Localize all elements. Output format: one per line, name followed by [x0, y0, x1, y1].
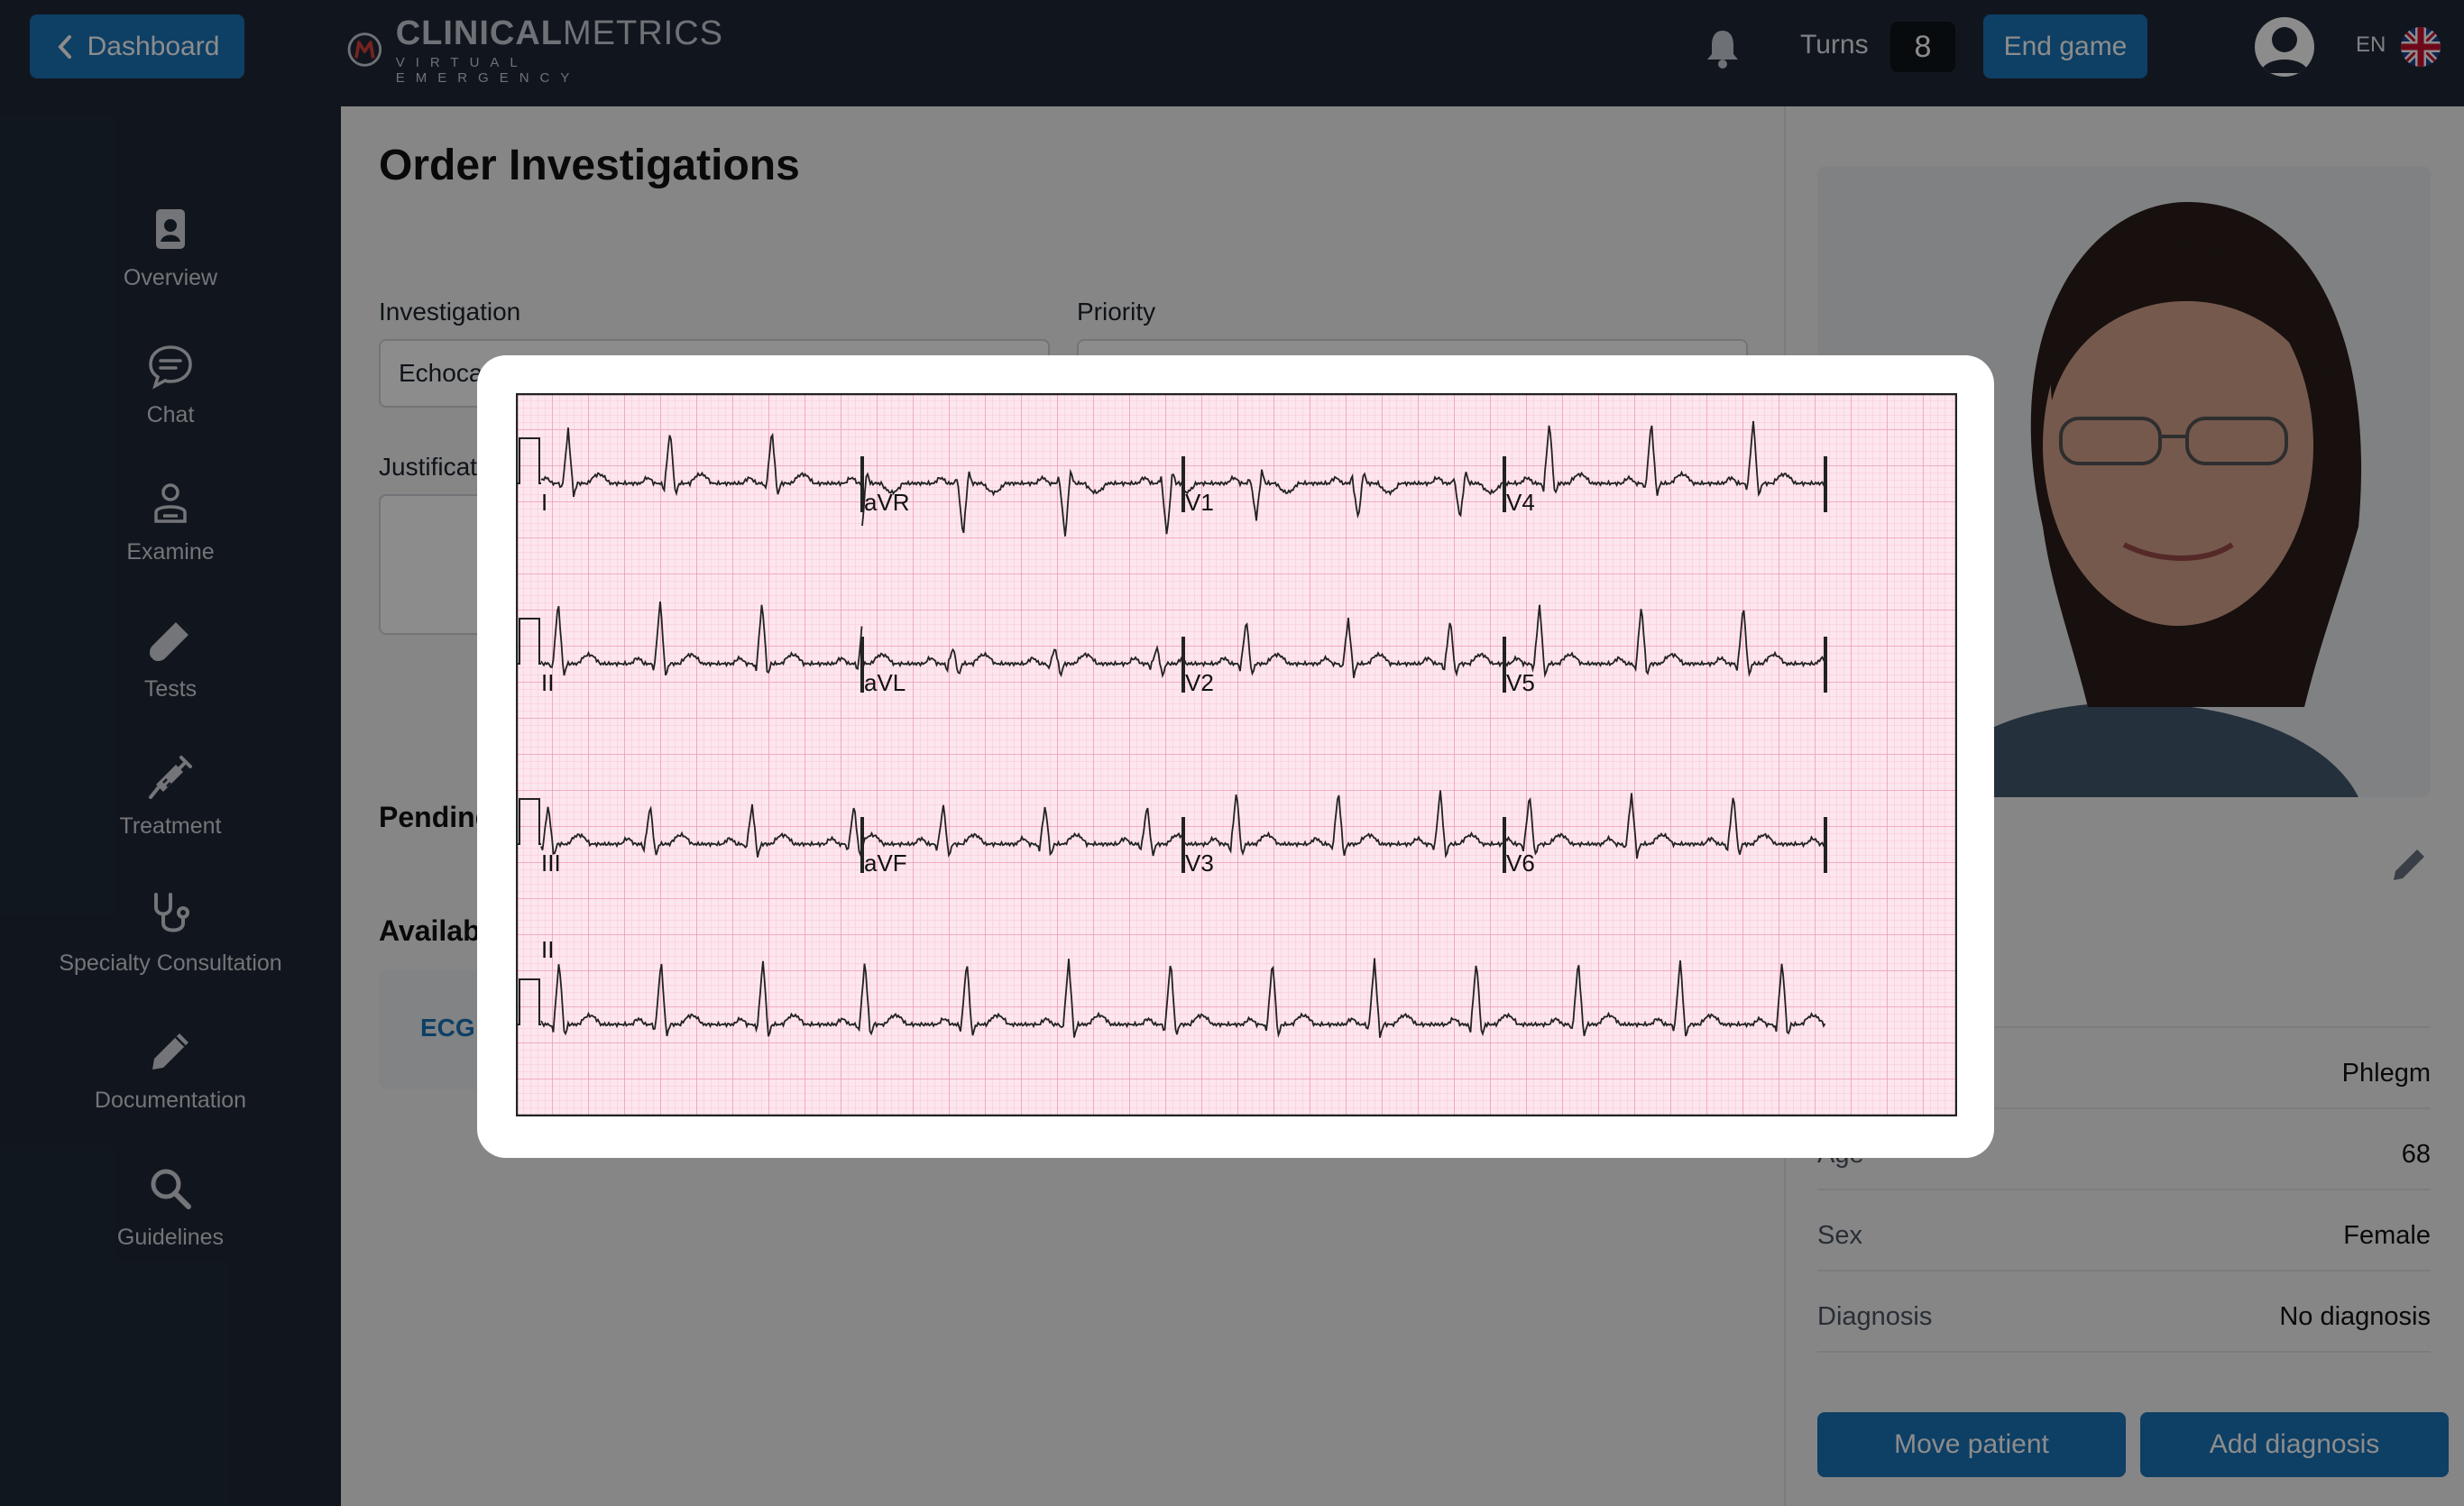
- lead-label-v6: V6: [1506, 849, 1535, 877]
- lead-label-v1: V1: [1185, 489, 1214, 516]
- lead-label-avr: aVR: [864, 489, 910, 516]
- lead-label-v5: V5: [1506, 669, 1535, 696]
- lead-label-v2: V2: [1185, 669, 1214, 696]
- lead-label-v3: V3: [1185, 849, 1214, 877]
- lead-label-avf: aVF: [864, 849, 907, 877]
- lead-label-i: I: [541, 489, 547, 516]
- ecg-strip: IaVR V1 V4 II aVL V2 V5 III aVF V3 V6 II: [515, 392, 1958, 1117]
- lead-label-avl: aVL: [864, 669, 906, 696]
- ecg-graph: IaVR V1 V4 II aVL V2 V5 III aVF V3 V6 II: [515, 392, 1958, 1117]
- lead-label-ii: II: [541, 669, 554, 696]
- ecg-modal: IaVR V1 V4 II aVL V2 V5 III aVF V3 V6 II: [477, 355, 1994, 1158]
- lead-label-iii: III: [541, 849, 561, 877]
- lead-label-v4: V4: [1506, 489, 1535, 516]
- lead-label-rhythm-ii: II: [541, 936, 554, 963]
